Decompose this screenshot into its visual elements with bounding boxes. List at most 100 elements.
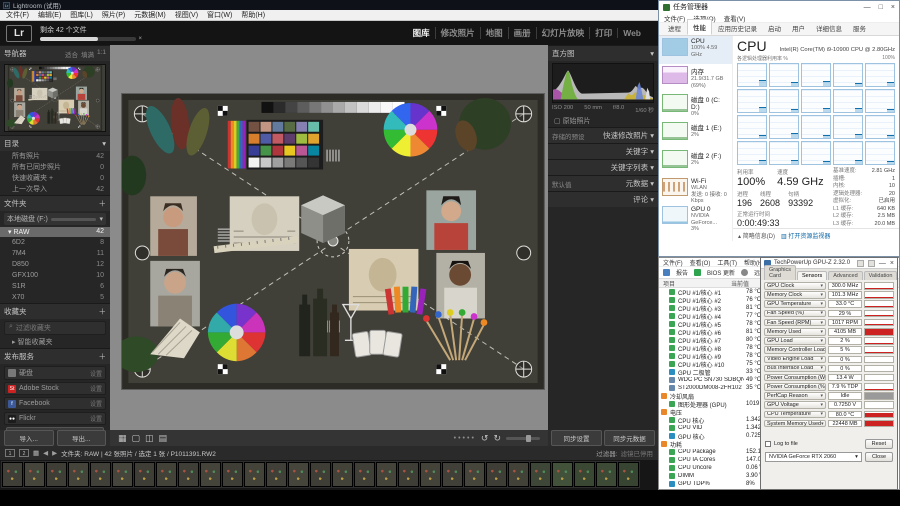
- grid-icon[interactable]: ▦: [33, 449, 39, 457]
- publish-service-action[interactable]: 设置: [90, 414, 102, 423]
- catalog-item[interactable]: 快速收藏夹 +0: [0, 173, 110, 184]
- chevron-down-icon[interactable]: ▾: [820, 329, 823, 335]
- task-manager-titlebar[interactable]: 任务管理器 — □ ×: [659, 1, 899, 13]
- filmstrip-thumbnail[interactable]: [420, 462, 441, 487]
- folder-row[interactable]: GFX10010: [0, 270, 110, 281]
- sensor-name-button[interactable]: GPU Voltage▾: [764, 401, 826, 409]
- performance-sidebar-item[interactable]: CPU 100% 4.59 GHz: [659, 36, 732, 64]
- grid-view-icon[interactable]: ▦: [118, 430, 127, 446]
- publish-service[interactable]: ●●Flickr设置: [4, 412, 106, 425]
- catalog-item[interactable]: 所有照片42: [0, 151, 110, 162]
- sensor-name-button[interactable]: Video Engine Load▾: [764, 356, 826, 364]
- log-to-file-checkbox[interactable]: [765, 441, 771, 447]
- filmstrip-thumbnail[interactable]: [508, 462, 529, 487]
- filmstrip-thumbnail[interactable]: [332, 462, 353, 487]
- back-icon[interactable]: ◀: [43, 449, 48, 457]
- menu-item[interactable]: 元数据(M): [134, 10, 166, 20]
- panel-header[interactable]: 默认值 元数据 ▾: [548, 175, 658, 191]
- chevron-down-icon[interactable]: ▾: [99, 215, 103, 223]
- module-tab[interactable]: 地图: [480, 27, 508, 39]
- chevron-down-icon[interactable]: ▾: [820, 402, 823, 408]
- primary-monitor-icon[interactable]: 1: [5, 449, 15, 457]
- chevron-down-icon[interactable]: ▾: [820, 393, 823, 399]
- filmstrip-thumbnail[interactable]: [244, 462, 265, 487]
- tab[interactable]: Sensors: [797, 271, 827, 280]
- sensor-name-button[interactable]: Memory Clock▾: [764, 291, 826, 299]
- filmstrip-thumbnail[interactable]: [90, 462, 111, 487]
- close-icon[interactable]: ×: [890, 260, 894, 267]
- thumbnail-size-slider[interactable]: [506, 437, 540, 440]
- folder-row[interactable]: D85012: [0, 259, 110, 270]
- add-folder-icon[interactable]: ＋: [99, 198, 107, 209]
- survey-view-icon[interactable]: ▤: [159, 430, 168, 446]
- publish-service-action[interactable]: 设置: [90, 369, 102, 378]
- sensor-name-button[interactable]: GPU Temperature▾: [764, 300, 826, 308]
- tab[interactable]: 应用历史记录: [713, 21, 762, 35]
- drive-row[interactable]: 本地磁盘 (F:)▾: [4, 213, 106, 225]
- filmstrip-thumbnail[interactable]: [376, 462, 397, 487]
- sensor-name-button[interactable]: Memory Used▾: [764, 328, 826, 336]
- reset-button[interactable]: Reset: [865, 439, 893, 449]
- menu-item[interactable]: 窗口(W): [207, 10, 232, 20]
- smart-collections-row[interactable]: ▸ 智能收藏夹: [0, 337, 110, 348]
- sensor-name-button[interactable]: PerfCap Reason▾: [764, 392, 826, 400]
- publish-service-action[interactable]: 设置: [90, 399, 102, 408]
- menu-item[interactable]: 帮助(H): [241, 10, 265, 20]
- sensor-name-button[interactable]: GPU Clock▾: [764, 282, 826, 290]
- publish-service[interactable]: fFacebook设置: [4, 397, 106, 410]
- add-publish-icon[interactable]: ＋: [99, 351, 107, 362]
- zoom-option[interactable]: 1:1: [97, 49, 106, 59]
- filmstrip-thumbnail[interactable]: [618, 462, 639, 487]
- cancel-progress-icon[interactable]: ×: [138, 36, 142, 42]
- filmstrip-thumbnail[interactable]: [354, 462, 375, 487]
- filmstrip-thumbnail[interactable]: [46, 462, 67, 487]
- filmstrip-thumbnail[interactable]: [310, 462, 331, 487]
- histogram-header[interactable]: 直方图▾: [548, 45, 658, 61]
- catalog-header[interactable]: 目录▾: [0, 135, 110, 151]
- sensor-name-button[interactable]: Fan Speed (RPM)▾: [764, 319, 826, 327]
- chevron-down-icon[interactable]: ▾: [820, 320, 823, 326]
- photo-test-scene[interactable]: [121, 93, 545, 390]
- tab[interactable]: 进程: [663, 21, 686, 35]
- filmstrip-thumbnail[interactable]: [222, 462, 243, 487]
- sensor-name-button[interactable]: CPU Temperature▾: [764, 411, 826, 419]
- tab[interactable]: 服务: [848, 21, 871, 35]
- publish-header[interactable]: 发布服务＋: [0, 348, 110, 364]
- close-icon[interactable]: ×: [891, 4, 895, 11]
- catalog-item[interactable]: 所有已同步照片0: [0, 162, 110, 173]
- menu-item[interactable]: 文件(F): [6, 10, 29, 20]
- module-tab[interactable]: 修改照片: [435, 27, 480, 39]
- compare-view-icon[interactable]: ◫: [145, 430, 154, 446]
- lightroom-titlebar[interactable]: Lr Lightroom (试用): [0, 0, 658, 10]
- menu-item[interactable]: 查看(O): [690, 258, 711, 267]
- filmstrip-thumbnail[interactable]: [464, 462, 485, 487]
- folder-row[interactable]: 6D28: [0, 237, 110, 248]
- filmstrip-thumbnail[interactable]: [2, 462, 23, 487]
- filmstrip-thumbnail[interactable]: [266, 462, 287, 487]
- gpu-select[interactable]: NVIDIA GeForce RTX 2060▾: [765, 452, 862, 462]
- performance-sidebar-item[interactable]: 内存 21.9/31.7 GB (69%): [659, 64, 732, 92]
- tab[interactable]: Graphics Card: [764, 265, 796, 280]
- menu-item[interactable]: 图库(L): [70, 10, 93, 20]
- rating-dots[interactable]: •••••: [454, 435, 476, 442]
- panel-header[interactable]: 关键字 ▾: [548, 143, 658, 159]
- forward-icon[interactable]: ▶: [52, 449, 57, 457]
- histogram-graph[interactable]: [552, 63, 654, 103]
- rotate-right-icon[interactable]: ↻: [493, 430, 501, 446]
- navigator-header[interactable]: 导航器 适合填满1:1: [0, 45, 110, 61]
- search-icon[interactable]: [741, 269, 748, 276]
- menu-item[interactable]: 照片(P): [102, 10, 125, 20]
- performance-sidebar-item[interactable]: 磁盘 0 (C: D:) 0%: [659, 92, 732, 120]
- chevron-down-icon[interactable]: ▾: [820, 283, 823, 289]
- sensor-name-button[interactable]: Power Consumption (W)▾: [764, 374, 826, 382]
- chevron-down-icon[interactable]: ▾: [820, 356, 823, 362]
- open-resource-monitor-link[interactable]: ▥ 打开资源监视器: [781, 231, 830, 240]
- navigator-thumbnail[interactable]: [4, 64, 106, 132]
- chevron-down-icon[interactable]: ▾: [820, 292, 823, 298]
- sync-settings-button[interactable]: 同步设置: [551, 430, 602, 446]
- catalog-item[interactable]: 上一次导入42: [0, 184, 110, 195]
- module-tab[interactable]: 幻灯片放映: [536, 27, 590, 39]
- fewer-details-link[interactable]: ▴ 简略信息(D): [738, 231, 775, 240]
- sensor-name-button[interactable]: Fan Speed (%)▾: [764, 310, 826, 318]
- filmstrip-thumbnail[interactable]: [398, 462, 419, 487]
